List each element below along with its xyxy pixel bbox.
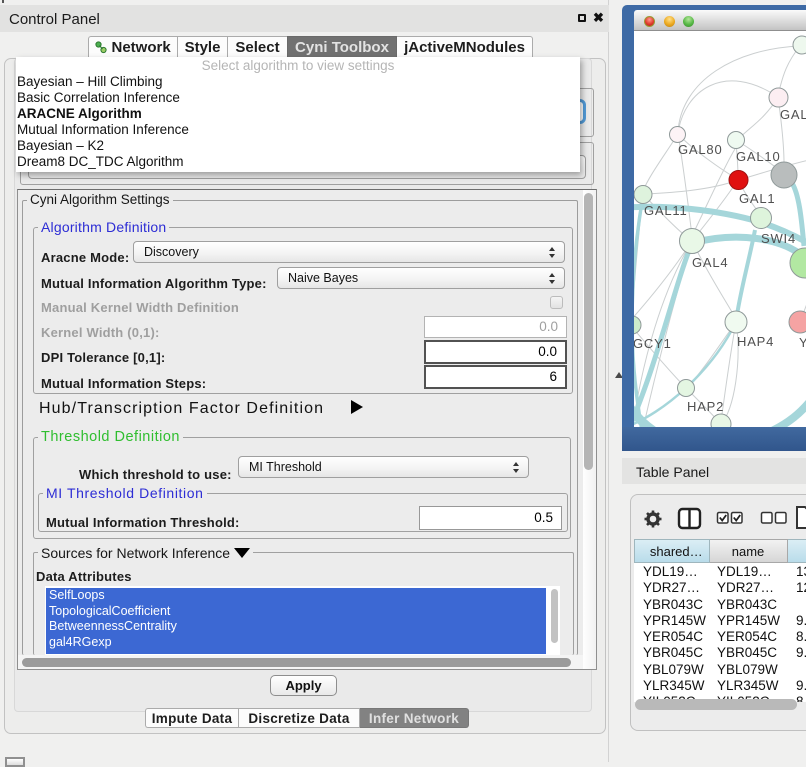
svg-text:Y: Y bbox=[799, 335, 806, 350]
svg-text:SWI4: SWI4 bbox=[761, 231, 796, 246]
svg-text:GAL1: GAL1 bbox=[739, 191, 775, 206]
svg-text:GCY1: GCY1 bbox=[634, 336, 672, 351]
svg-text:HAP2: HAP2 bbox=[687, 399, 724, 414]
svg-text:GAL7: GAL7 bbox=[780, 107, 806, 122]
svg-text:GAL11: GAL11 bbox=[644, 203, 688, 218]
svg-text:GAL80: GAL80 bbox=[678, 142, 722, 157]
svg-text:GAL10: GAL10 bbox=[736, 149, 780, 164]
svg-text:HAP4: HAP4 bbox=[737, 334, 774, 349]
svg-text:GAL4: GAL4 bbox=[692, 255, 728, 270]
